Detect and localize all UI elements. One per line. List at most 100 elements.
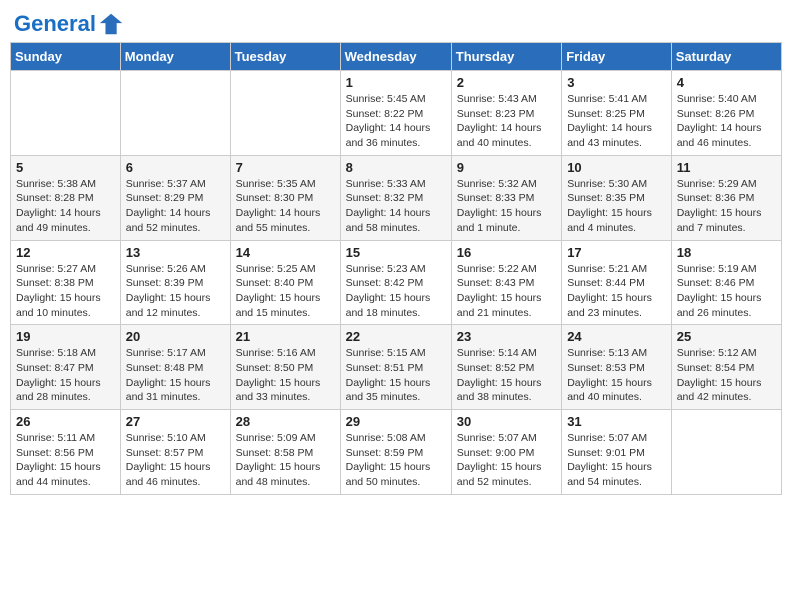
calendar-cell [230, 71, 340, 156]
day-number: 19 [16, 329, 115, 344]
day-info: Sunrise: 5:22 AM Sunset: 8:43 PM Dayligh… [457, 262, 556, 321]
calendar-cell [671, 410, 781, 495]
day-number: 10 [567, 160, 666, 175]
calendar-cell: 2 Sunrise: 5:43 AM Sunset: 8:23 PM Daylig… [451, 71, 561, 156]
calendar-cell: 16 Sunrise: 5:22 AM Sunset: 8:43 PM Dayli… [451, 240, 561, 325]
day-number: 25 [677, 329, 776, 344]
day-info: Sunrise: 5:09 AM Sunset: 8:58 PM Dayligh… [236, 431, 335, 490]
day-info: Sunrise: 5:07 AM Sunset: 9:01 PM Dayligh… [567, 431, 666, 490]
day-number: 26 [16, 414, 115, 429]
day-info: Sunrise: 5:19 AM Sunset: 8:46 PM Dayligh… [677, 262, 776, 321]
day-number: 8 [346, 160, 446, 175]
calendar-cell: 8 Sunrise: 5:33 AM Sunset: 8:32 PM Daylig… [340, 155, 451, 240]
calendar-cell [120, 71, 230, 156]
calendar-cell: 5 Sunrise: 5:38 AM Sunset: 8:28 PM Daylig… [11, 155, 121, 240]
day-info: Sunrise: 5:23 AM Sunset: 8:42 PM Dayligh… [346, 262, 446, 321]
calendar-cell [11, 71, 121, 156]
day-info: Sunrise: 5:11 AM Sunset: 8:56 PM Dayligh… [16, 431, 115, 490]
calendar-cell: 9Sunrise: 5:32 AM Sunset: 8:33 PM Daylig… [451, 155, 561, 240]
calendar-cell: 12 Sunrise: 5:27 AM Sunset: 8:38 PM Dayli… [11, 240, 121, 325]
calendar-cell: 13Sunrise: 5:26 AM Sunset: 8:39 PM Dayli… [120, 240, 230, 325]
calendar-cell: 10 Sunrise: 5:30 AM Sunset: 8:35 PM Dayli… [562, 155, 672, 240]
day-info: Sunrise: 5:30 AM Sunset: 8:35 PM Dayligh… [567, 177, 666, 236]
day-number: 7 [236, 160, 335, 175]
day-info: Sunrise: 5:13 AM Sunset: 8:53 PM Dayligh… [567, 346, 666, 405]
calendar-cell: 30Sunrise: 5:07 AM Sunset: 9:00 PM Dayli… [451, 410, 561, 495]
day-info: Sunrise: 5:14 AM Sunset: 8:52 PM Dayligh… [457, 346, 556, 405]
weekday-header: Wednesday [340, 43, 451, 71]
day-info: Sunrise: 5:27 AM Sunset: 8:38 PM Dayligh… [16, 262, 115, 321]
weekday-header: Friday [562, 43, 672, 71]
day-number: 22 [346, 329, 446, 344]
day-info: Sunrise: 5:07 AM Sunset: 9:00 PM Dayligh… [457, 431, 556, 490]
calendar-cell: 28 Sunrise: 5:09 AM Sunset: 8:58 PM Dayli… [230, 410, 340, 495]
calendar-week-row: 5 Sunrise: 5:38 AM Sunset: 8:28 PM Daylig… [11, 155, 782, 240]
day-number: 5 [16, 160, 115, 175]
calendar-header-row: SundayMondayTuesdayWednesdayThursdayFrid… [11, 43, 782, 71]
day-number: 9 [457, 160, 556, 175]
day-number: 29 [346, 414, 446, 429]
day-info: Sunrise: 5:33 AM Sunset: 8:32 PM Dayligh… [346, 177, 446, 236]
day-number: 20 [126, 329, 225, 344]
day-info: Sunrise: 5:21 AM Sunset: 8:44 PM Dayligh… [567, 262, 666, 321]
calendar-cell: 26 Sunrise: 5:11 AM Sunset: 8:56 PM Dayli… [11, 410, 121, 495]
calendar-week-row: 26 Sunrise: 5:11 AM Sunset: 8:56 PM Dayli… [11, 410, 782, 495]
day-number: 21 [236, 329, 335, 344]
calendar-cell: 20 Sunrise: 5:17 AM Sunset: 8:48 PM Dayli… [120, 325, 230, 410]
calendar-cell: 19 Sunrise: 5:18 AM Sunset: 8:47 PM Dayli… [11, 325, 121, 410]
page-header: General [10, 10, 782, 34]
weekday-header: Monday [120, 43, 230, 71]
calendar-cell: 22 Sunrise: 5:15 AM Sunset: 8:51 PM Dayli… [340, 325, 451, 410]
day-info: Sunrise: 5:40 AM Sunset: 8:26 PM Dayligh… [677, 92, 776, 151]
logo: General [14, 10, 126, 34]
calendar-cell: 3 Sunrise: 5:41 AM Sunset: 8:25 PM Daylig… [562, 71, 672, 156]
day-number: 11 [677, 160, 776, 175]
day-number: 16 [457, 245, 556, 260]
day-number: 28 [236, 414, 335, 429]
day-number: 18 [677, 245, 776, 260]
day-number: 15 [346, 245, 446, 260]
day-info: Sunrise: 5:18 AM Sunset: 8:47 PM Dayligh… [16, 346, 115, 405]
day-number: 6 [126, 160, 225, 175]
day-info: Sunrise: 5:45 AM Sunset: 8:22 PM Dayligh… [346, 92, 446, 151]
calendar-cell: 14 Sunrise: 5:25 AM Sunset: 8:40 PM Dayli… [230, 240, 340, 325]
day-number: 14 [236, 245, 335, 260]
day-number: 31 [567, 414, 666, 429]
day-number: 3 [567, 75, 666, 90]
day-number: 13 [126, 245, 225, 260]
calendar-cell: 21Sunrise: 5:16 AM Sunset: 8:50 PM Dayli… [230, 325, 340, 410]
weekday-header: Saturday [671, 43, 781, 71]
day-info: Sunrise: 5:41 AM Sunset: 8:25 PM Dayligh… [567, 92, 666, 151]
day-info: Sunrise: 5:15 AM Sunset: 8:51 PM Dayligh… [346, 346, 446, 405]
day-info: Sunrise: 5:35 AM Sunset: 8:30 PM Dayligh… [236, 177, 335, 236]
logo-icon [98, 10, 126, 38]
calendar-cell: 17Sunrise: 5:21 AM Sunset: 8:44 PM Dayli… [562, 240, 672, 325]
day-info: Sunrise: 5:38 AM Sunset: 8:28 PM Dayligh… [16, 177, 115, 236]
calendar-week-row: 1Sunrise: 5:45 AM Sunset: 8:22 PM Daylig… [11, 71, 782, 156]
day-info: Sunrise: 5:12 AM Sunset: 8:54 PM Dayligh… [677, 346, 776, 405]
day-number: 23 [457, 329, 556, 344]
calendar-week-row: 12 Sunrise: 5:27 AM Sunset: 8:38 PM Dayli… [11, 240, 782, 325]
calendar-cell: 27Sunrise: 5:10 AM Sunset: 8:57 PM Dayli… [120, 410, 230, 495]
calendar-cell: 7 Sunrise: 5:35 AM Sunset: 8:30 PM Daylig… [230, 155, 340, 240]
calendar-week-row: 19 Sunrise: 5:18 AM Sunset: 8:47 PM Dayli… [11, 325, 782, 410]
day-number: 4 [677, 75, 776, 90]
day-info: Sunrise: 5:17 AM Sunset: 8:48 PM Dayligh… [126, 346, 225, 405]
weekday-header: Thursday [451, 43, 561, 71]
day-number: 27 [126, 414, 225, 429]
day-number: 2 [457, 75, 556, 90]
logo-text: General [14, 11, 96, 37]
calendar-table: SundayMondayTuesdayWednesdayThursdayFrid… [10, 42, 782, 495]
day-info: Sunrise: 5:43 AM Sunset: 8:23 PM Dayligh… [457, 92, 556, 151]
calendar-cell: 29 Sunrise: 5:08 AM Sunset: 8:59 PM Dayli… [340, 410, 451, 495]
day-info: Sunrise: 5:25 AM Sunset: 8:40 PM Dayligh… [236, 262, 335, 321]
calendar-cell: 23 Sunrise: 5:14 AM Sunset: 8:52 PM Dayli… [451, 325, 561, 410]
day-number: 24 [567, 329, 666, 344]
calendar-cell: 1Sunrise: 5:45 AM Sunset: 8:22 PM Daylig… [340, 71, 451, 156]
day-info: Sunrise: 5:08 AM Sunset: 8:59 PM Dayligh… [346, 431, 446, 490]
calendar-cell: 18 Sunrise: 5:19 AM Sunset: 8:46 PM Dayli… [671, 240, 781, 325]
weekday-header: Sunday [11, 43, 121, 71]
weekday-header: Tuesday [230, 43, 340, 71]
day-number: 12 [16, 245, 115, 260]
calendar-cell: 24 Sunrise: 5:13 AM Sunset: 8:53 PM Dayli… [562, 325, 672, 410]
